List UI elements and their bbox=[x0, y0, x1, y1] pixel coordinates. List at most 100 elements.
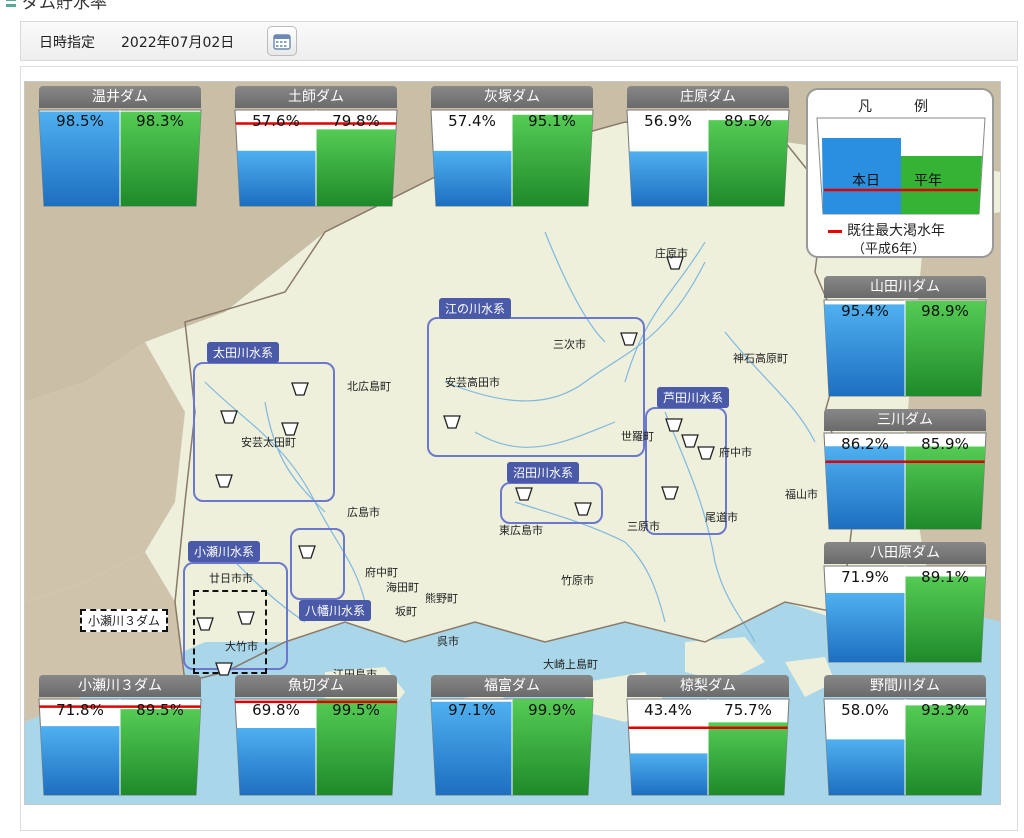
legend-chart bbox=[816, 117, 986, 215]
dam-marker-icon[interactable] bbox=[291, 382, 309, 396]
today-storage-bar bbox=[629, 151, 708, 206]
city-label: 府中市 bbox=[719, 446, 752, 459]
dam-marker-icon[interactable] bbox=[697, 446, 715, 460]
dam-gauge[interactable]: 野間川ダム 58.0% 93.3% bbox=[821, 675, 989, 799]
normal-percent: 79.8% bbox=[332, 112, 380, 130]
normal-percent: 99.9% bbox=[528, 701, 576, 719]
today-storage-bar bbox=[433, 150, 512, 206]
dam-name: 灰塚ダム bbox=[431, 86, 593, 108]
dam-gauge[interactable]: 三川ダム 86.2% 85.9% bbox=[821, 409, 989, 533]
system-label-ashida[interactable]: 芦田川水系 bbox=[657, 387, 730, 408]
dam-marker-icon[interactable] bbox=[215, 662, 233, 676]
normal-percent: 98.3% bbox=[136, 112, 184, 130]
dam-gauge[interactable]: 椋梨ダム 43.4% 75.7% bbox=[624, 675, 792, 799]
dam-marker-icon[interactable] bbox=[237, 611, 255, 625]
legend-normal-label: 平年 bbox=[914, 173, 942, 189]
dam-name: 野間川ダム bbox=[824, 675, 986, 697]
today-storage-bar bbox=[825, 592, 905, 662]
dam-marker-icon[interactable] bbox=[574, 502, 592, 516]
dam-gauge[interactable]: 福富ダム 97.1% 99.9% bbox=[428, 675, 596, 799]
city-label: 呉市 bbox=[437, 635, 459, 648]
city-label: 熊野町 bbox=[425, 592, 458, 605]
dam-name: 小瀬川３ダム bbox=[39, 675, 201, 697]
dam-marker-icon[interactable] bbox=[620, 332, 638, 346]
calendar-button[interactable] bbox=[267, 26, 297, 56]
city-label: 尾道市 bbox=[705, 511, 738, 524]
dam-gauge[interactable]: 温井ダム 98.5% 98.3% bbox=[36, 86, 204, 210]
today-percent: 97.1% bbox=[448, 701, 496, 719]
normal-storage-bar bbox=[120, 709, 201, 795]
normal-percent: 89.5% bbox=[724, 112, 772, 130]
today-percent: 57.6% bbox=[252, 112, 300, 130]
normal-percent: 75.7% bbox=[724, 701, 772, 719]
page-title: ダム貯水率 bbox=[0, 0, 107, 13]
today-percent: 71.9% bbox=[841, 568, 889, 586]
normal-storage-bar bbox=[708, 120, 789, 206]
dam-gauge[interactable]: 灰塚ダム 57.4% 95.1% bbox=[428, 86, 596, 210]
today-percent: 86.2% bbox=[841, 435, 889, 453]
title-mark-icon bbox=[6, 0, 16, 8]
dam-marker-icon[interactable] bbox=[220, 410, 238, 424]
today-percent: 43.4% bbox=[644, 701, 692, 719]
city-label: 安芸高田市 bbox=[445, 376, 500, 389]
today-percent: 98.5% bbox=[56, 112, 104, 130]
dam-gauge[interactable]: 土師ダム 57.6% 79.8% bbox=[232, 86, 400, 210]
dam-name: 土師ダム bbox=[235, 86, 397, 108]
city-label: 世羅町 bbox=[621, 430, 654, 443]
normal-percent: 89.5% bbox=[136, 701, 184, 719]
city-label: 東広島市 bbox=[499, 524, 543, 537]
city-label: 広島市 bbox=[347, 506, 380, 519]
legend-record-year: （平成6年） bbox=[852, 242, 926, 257]
normal-storage-bar bbox=[708, 722, 788, 795]
city-label: 北広島町 bbox=[347, 380, 391, 393]
city-label: 福山市 bbox=[785, 488, 818, 501]
city-label: 庄原市 bbox=[655, 247, 688, 260]
normal-storage-bar bbox=[905, 446, 986, 529]
system-label-ota[interactable]: 太田川水系 bbox=[207, 342, 280, 363]
city-label: 海田町 bbox=[386, 581, 419, 594]
dam-marker-icon[interactable] bbox=[298, 545, 316, 559]
dam-name: 三川ダム bbox=[824, 409, 986, 431]
today-storage-bar bbox=[824, 446, 905, 529]
normal-percent: 95.1% bbox=[528, 112, 576, 130]
normal-storage-bar bbox=[905, 576, 986, 662]
dam-name: 山田川ダム bbox=[824, 276, 986, 298]
dam-marker-icon[interactable] bbox=[443, 415, 461, 429]
dam-name: 椋梨ダム bbox=[627, 675, 789, 697]
normal-percent: 85.9% bbox=[921, 435, 969, 453]
dam-marker-icon[interactable] bbox=[661, 486, 679, 500]
dam-gauge[interactable]: 山田川ダム 95.4% 98.9% bbox=[821, 276, 989, 400]
city-label: 安芸太田町 bbox=[241, 436, 296, 449]
dam-gauge[interactable]: 庄原ダム 56.9% 89.5% bbox=[624, 86, 792, 210]
today-percent: 56.9% bbox=[644, 112, 692, 130]
today-percent: 95.4% bbox=[841, 302, 889, 320]
dam-marker-icon[interactable] bbox=[515, 487, 533, 501]
dam-marker-icon[interactable] bbox=[215, 474, 233, 488]
oze3-tag[interactable]: 小瀬川３ダム bbox=[80, 609, 169, 632]
today-storage-bar bbox=[826, 739, 905, 795]
system-label-yahata[interactable]: 八幡川水系 bbox=[299, 600, 372, 621]
record-line-swatch bbox=[828, 229, 842, 233]
system-label-nuta[interactable]: 沼田川水系 bbox=[507, 462, 580, 483]
dam-gauge[interactable]: 八田原ダム 71.9% 89.1% bbox=[821, 542, 989, 666]
page-title-text: ダム貯水率 bbox=[22, 0, 107, 13]
dam-marker-icon[interactable] bbox=[196, 617, 214, 631]
system-label-oze[interactable]: 小瀬川水系 bbox=[188, 541, 261, 562]
date-value[interactable]: 2022年07月02日 bbox=[121, 32, 234, 52]
normal-percent: 98.9% bbox=[921, 302, 969, 320]
today-percent: 57.4% bbox=[448, 112, 496, 130]
dam-gauge[interactable]: 小瀬川３ダム 71.8% 89.5% bbox=[36, 675, 204, 799]
city-label: 竹原市 bbox=[561, 574, 594, 587]
dam-gauge[interactable]: 魚切ダム 69.8% 99.5% bbox=[232, 675, 400, 799]
dam-name: 魚切ダム bbox=[235, 675, 397, 697]
legend-record-note: 既往最大渇水年 bbox=[828, 220, 945, 240]
dam-name: 温井ダム bbox=[39, 86, 201, 108]
dam-marker-icon[interactable] bbox=[665, 418, 683, 432]
legend: 凡 例 本日 平年 既往最大渇水年 （平成6年） bbox=[806, 88, 994, 258]
city-label: 府中町 bbox=[365, 566, 398, 579]
system-box-yahata[interactable] bbox=[290, 528, 345, 600]
city-label: 廿日市市 bbox=[209, 572, 253, 585]
system-label-gonokawa[interactable]: 江の川水系 bbox=[439, 298, 512, 319]
date-label: 日時指定 bbox=[39, 35, 95, 51]
today-percent: 71.8% bbox=[56, 701, 104, 719]
